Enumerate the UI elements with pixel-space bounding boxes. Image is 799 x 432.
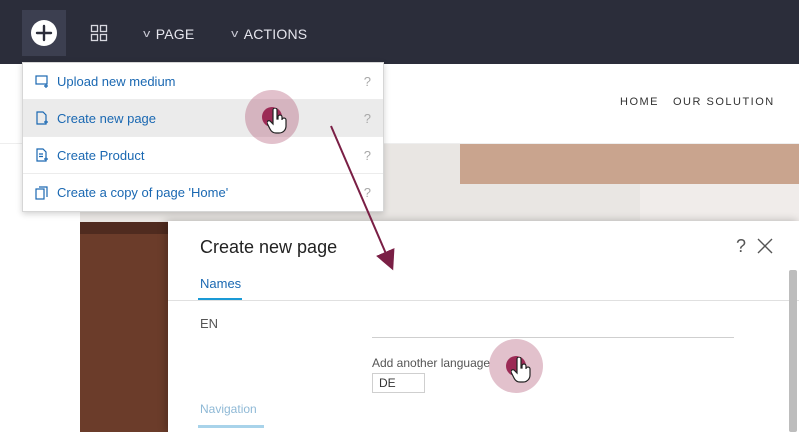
chevron-down-icon: v bbox=[231, 28, 239, 40]
help-icon[interactable]: ? bbox=[364, 148, 371, 163]
pointer-hand-icon bbox=[266, 107, 287, 134]
dialog-title: Create new page bbox=[200, 237, 338, 257]
help-icon[interactable]: ? bbox=[364, 185, 371, 200]
page-menu-label: PAGE bbox=[155, 26, 195, 42]
menu-item-copy-page[interactable]: Create a copy of page 'Home' ? bbox=[23, 174, 383, 211]
menu-item-upload-medium[interactable]: Upload new medium ? bbox=[23, 63, 383, 100]
hero-door bbox=[80, 222, 170, 432]
top-toolbar: v PAGE v ACTIONS bbox=[0, 0, 799, 64]
menu-item-label: Create Product bbox=[57, 147, 145, 163]
dialog-scrollbar[interactable] bbox=[789, 270, 797, 432]
site-nav-home[interactable]: HOME bbox=[620, 96, 659, 108]
menu-item-create-page[interactable]: Create new page ? bbox=[23, 100, 383, 137]
site-navigation: HOME OUR SOLUTION bbox=[620, 96, 775, 108]
upload-icon bbox=[35, 74, 49, 88]
site-nav-solutions[interactable]: OUR SOLUTION bbox=[673, 96, 775, 108]
tab-navigation[interactable]: Navigation bbox=[200, 402, 257, 416]
create-page-dialog: Create new page ? Names EN Add another l… bbox=[168, 221, 799, 432]
navigation-tab-indicator bbox=[198, 425, 264, 428]
actions-menu[interactable]: v ACTIONS bbox=[231, 24, 308, 44]
language-select[interactable]: DE bbox=[372, 373, 425, 393]
actions-menu-label: ACTIONS bbox=[243, 26, 308, 42]
pointer-hand-icon bbox=[510, 356, 531, 383]
grid-icon[interactable] bbox=[90, 24, 108, 42]
help-icon[interactable]: ? bbox=[364, 74, 371, 89]
page-menu[interactable]: v PAGE bbox=[143, 24, 195, 44]
hero-doorframe bbox=[80, 222, 170, 234]
dialog-divider bbox=[168, 300, 799, 301]
add-button[interactable] bbox=[22, 10, 66, 56]
add-language-label[interactable]: Add another language bbox=[372, 356, 490, 370]
copy-icon bbox=[35, 185, 49, 200]
help-icon[interactable]: ? bbox=[736, 236, 746, 257]
product-icon bbox=[35, 148, 49, 162]
menu-item-label: Create new page bbox=[57, 110, 157, 126]
plus-icon bbox=[31, 20, 57, 46]
page-name-input[interactable] bbox=[372, 316, 734, 338]
menu-item-label: Upload new medium bbox=[57, 73, 176, 89]
close-icon[interactable] bbox=[755, 236, 775, 256]
menu-item-create-product[interactable]: Create Product ? bbox=[23, 137, 383, 174]
language-label: EN bbox=[200, 316, 219, 331]
click-indicator bbox=[489, 339, 543, 393]
add-dropdown-menu: Upload new medium ? Create new page ? Cr… bbox=[22, 62, 384, 212]
menu-item-label: Create a copy of page 'Home' bbox=[57, 185, 229, 200]
chevron-down-icon: v bbox=[143, 28, 151, 40]
new-page-icon bbox=[35, 111, 49, 125]
click-indicator bbox=[245, 90, 299, 144]
tab-names[interactable]: Names bbox=[200, 276, 241, 291]
help-icon[interactable]: ? bbox=[364, 111, 371, 126]
hero-beam bbox=[460, 144, 799, 184]
